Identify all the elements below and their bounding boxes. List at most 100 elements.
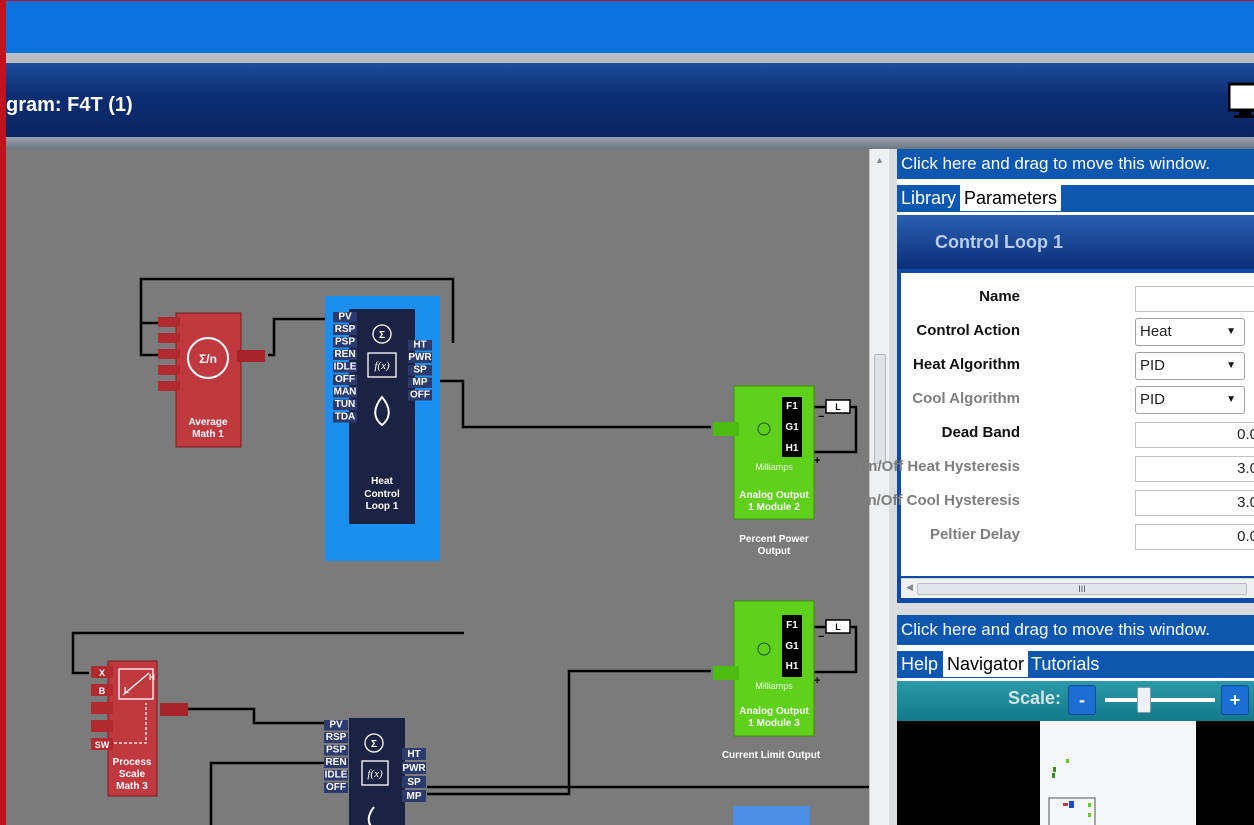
input-port-label: RSP: [326, 732, 347, 743]
param-row: Name: [901, 281, 1254, 315]
params-tabbar: Library Parameters: [897, 185, 1254, 212]
chevron-down-icon[interactable]: ▼: [1226, 319, 1236, 345]
param-select[interactable]: PID ▼: [1135, 352, 1245, 380]
param-row: On/Off Heat Hysteresis 3.0: [857, 451, 1254, 485]
separator: [6, 53, 1254, 63]
param-label: Heat Algorithm: [913, 356, 1020, 373]
params-horizontal-scrollbar[interactable]: ◀ III: [901, 578, 1254, 598]
input-port-label: MAN: [334, 387, 357, 398]
nav-drag-handle[interactable]: Click here and drag to move this window.: [897, 615, 1254, 645]
loop2-function-glyph: f(x): [367, 768, 383, 780]
output-port-label: OFF: [410, 390, 430, 401]
average-sublabel: Math 1: [192, 429, 224, 440]
scroll-up-icon[interactable]: ▲: [875, 155, 884, 165]
output-port-label: HT: [413, 340, 426, 351]
partial-block[interactable]: [733, 806, 810, 825]
scroll-left-icon[interactable]: ◀: [906, 582, 913, 593]
input-port-label: IDLE: [325, 770, 348, 781]
param-select-value: PID: [1140, 391, 1166, 408]
control-loop-1-block[interactable]: PVRSPPSPRENIDLEOFFMANTUNTDA HTPWRSPMPOFF…: [325, 296, 440, 561]
scale-label-3: Math 3: [116, 781, 148, 792]
params-form: Name Control Action Heat ▼ Heat Algorithm PID…: [856, 273, 1254, 576]
param-number-field[interactable]: 0.0: [1135, 524, 1254, 550]
input-port-label: OFF: [326, 782, 346, 793]
param-text-field[interactable]: [1135, 286, 1254, 312]
minus-sign: −: [818, 411, 824, 423]
param-label: On/Off Heat Hysteresis: [856, 458, 1020, 475]
output-port-label: SP: [413, 365, 427, 376]
title-bar: [6, 63, 1254, 137]
scale-slider[interactable]: [1105, 698, 1215, 702]
scale-slider-handle[interactable]: [1137, 687, 1151, 713]
hscroll-thumb[interactable]: III: [917, 583, 1247, 595]
scale-label: Scale:: [1008, 688, 1062, 708]
output-port-label: PWR: [402, 763, 426, 774]
ao2-label: Analog Output: [739, 490, 809, 501]
ao3-label: Analog Output: [739, 706, 809, 717]
output-port-label: MP: [407, 791, 422, 802]
tab-tutorials[interactable]: Tutorials: [1027, 651, 1103, 677]
output-port-label: SP: [407, 777, 421, 788]
ao3-sublabel: 1 Module 3: [748, 718, 800, 729]
output-port-label: PWR: [408, 352, 432, 363]
param-select[interactable]: Heat ▼: [1135, 318, 1245, 346]
nav-tabbar: Help Navigator Tutorials: [897, 651, 1254, 678]
param-row: Dead Band 0.0: [901, 417, 1254, 451]
loop1-label: Heat: [371, 476, 393, 487]
process-scale-block[interactable]: X B SW H L Process Scale Math 3: [91, 660, 188, 797]
zoom-out-button[interactable]: -: [1068, 685, 1096, 715]
tab-navigator[interactable]: Navigator: [943, 651, 1029, 677]
panel-gutter: [897, 603, 1254, 615]
input-port-label: REN: [325, 757, 346, 768]
average-math-block[interactable]: Σ/n Average Math 1: [158, 312, 265, 448]
panel-gutter: [889, 149, 897, 825]
navigator-minimap[interactable]: [1040, 721, 1196, 825]
ao3-unit: Milliamps: [755, 681, 793, 691]
loop1-label-2: Control: [364, 489, 400, 500]
canvas-vertical-scrollbar[interactable]: ▲: [869, 149, 889, 825]
control-loop-2-block[interactable]: PVRSP PSPREN IDLEOFF HT PWR SP MP Σ f(x): [324, 718, 426, 825]
scale-input-sw: SW: [95, 740, 110, 750]
param-row: Control Action Heat ▼: [901, 315, 1254, 349]
scale-glyph-h: H: [149, 673, 155, 682]
loop1-label-3: Loop 1: [366, 501, 399, 512]
params-drag-handle[interactable]: Click here and drag to move this window.: [897, 149, 1254, 179]
input-port-label: PSP: [326, 745, 346, 756]
average-glyph: Σ/n: [199, 352, 217, 366]
monitor-icon[interactable]: [1228, 81, 1254, 119]
param-row: Cool Algorithm PID ▼: [901, 383, 1254, 417]
tab-help[interactable]: Help: [897, 651, 942, 677]
diagram-canvas[interactable]: Σ/n Average Math 1 PV RSP PSP REN IDLE OFF MAN…: [6, 149, 869, 825]
param-label: On/Off Cool Hysteresis: [855, 492, 1020, 509]
analog-output-module-3[interactable]: F1 G1 H1 L − + Milliamps Analog Output 1…: [713, 600, 851, 737]
average-label: Average: [188, 417, 228, 428]
params-section-title: Control Loop 1: [897, 215, 1254, 269]
param-number-field[interactable]: 0.0: [1135, 422, 1254, 448]
scale-label-2: Scale: [119, 769, 146, 780]
tab-parameters[interactable]: Parameters: [960, 185, 1062, 211]
chevron-down-icon[interactable]: ▼: [1226, 353, 1236, 379]
chevron-down-icon[interactable]: ▼: [1226, 387, 1236, 413]
param-number-field[interactable]: 3.0: [1135, 490, 1254, 516]
scroll-thumb[interactable]: [874, 354, 886, 464]
param-label: Peltier Delay: [929, 526, 1020, 543]
ao2-caption-2: Output: [758, 546, 791, 557]
param-row: Peltier Delay 0.0: [901, 519, 1254, 553]
input-port-label: RSP: [335, 324, 356, 335]
param-select[interactable]: PID ▼: [1135, 386, 1245, 414]
param-select-value: Heat: [1140, 323, 1172, 340]
loop2-sum-glyph: Σ: [371, 739, 377, 750]
param-label: Cool Algorithm: [912, 390, 1020, 407]
tab-library[interactable]: Library: [897, 185, 960, 211]
load-label: L: [835, 402, 841, 412]
load-label: L: [835, 622, 841, 632]
ao3-caption: Current Limit Output: [722, 750, 821, 761]
pin-f1: F1: [786, 401, 798, 412]
output-port-label: MP: [413, 377, 428, 388]
diagram-svg[interactable]: Σ/n Average Math 1 PVRSPPSPRENIDLEOFFMAN…: [6, 149, 869, 825]
diagram-title: gram: F4T (1): [6, 94, 133, 116]
zoom-in-button[interactable]: +: [1221, 685, 1249, 715]
scale-input-b: B: [99, 686, 106, 696]
scale-input-x: X: [99, 668, 105, 678]
param-number-field[interactable]: 3.0: [1135, 456, 1254, 482]
